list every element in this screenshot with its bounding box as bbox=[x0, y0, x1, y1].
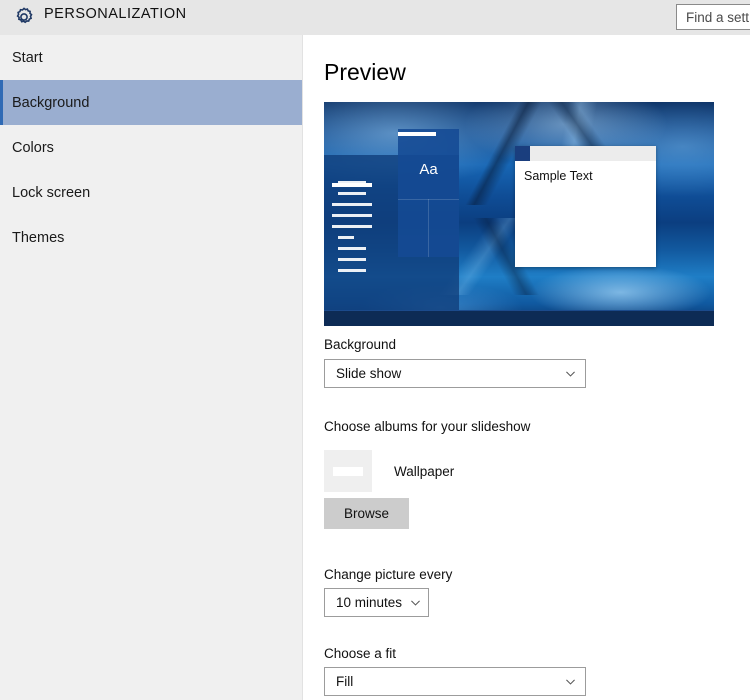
sidebar-item-lock-screen[interactable]: Lock screen bbox=[0, 170, 302, 215]
settings-window: PERSONALIZATION Find a sett Start Backgr… bbox=[0, 0, 750, 700]
album-thumbnail bbox=[324, 450, 372, 492]
page-title: Preview bbox=[324, 59, 406, 85]
sample-text: Sample Text bbox=[524, 169, 593, 183]
tile-sample-glyph: Aa bbox=[419, 161, 438, 178]
sidebar-item-start[interactable]: Start bbox=[0, 35, 302, 80]
tile-divider-vertical bbox=[428, 199, 429, 257]
preview-taskbar bbox=[324, 310, 714, 326]
interval-dropdown-value: 10 minutes bbox=[336, 595, 403, 610]
sidebar-item-label: Colors bbox=[12, 139, 54, 156]
sidebar-item-label: Start bbox=[12, 49, 43, 66]
sample-window-titlebar bbox=[515, 146, 656, 161]
chevron-down-icon bbox=[411, 600, 420, 606]
albums-label: Choose albums for your slideshow bbox=[324, 419, 531, 434]
chevron-down-icon bbox=[566, 679, 575, 685]
wallpaper-preview: Aa Sample Text bbox=[324, 102, 714, 326]
sidebar-item-themes[interactable]: Themes bbox=[0, 215, 302, 260]
sample-window-mock: Sample Text bbox=[515, 146, 656, 267]
fit-dropdown[interactable]: Fill bbox=[324, 667, 586, 696]
chevron-down-icon bbox=[566, 371, 575, 377]
start-menu-list bbox=[332, 181, 372, 280]
content-pane: Preview Aa Sample Text Background Slide … bbox=[303, 35, 750, 700]
background-dropdown[interactable]: Slide show bbox=[324, 359, 586, 388]
sample-window-accent bbox=[515, 146, 530, 161]
app-title: PERSONALIZATION bbox=[44, 6, 187, 22]
sidebar-item-label: Themes bbox=[12, 229, 65, 246]
search-input[interactable]: Find a sett bbox=[676, 4, 750, 30]
sidebar-item-background[interactable]: Background bbox=[0, 80, 302, 125]
sidebar-item-label: Background bbox=[12, 94, 90, 111]
album-item[interactable]: Wallpaper bbox=[324, 450, 454, 492]
browse-button[interactable]: Browse bbox=[324, 498, 409, 529]
sidebar-item-label: Lock screen bbox=[12, 184, 91, 201]
interval-dropdown[interactable]: 10 minutes bbox=[324, 588, 429, 617]
background-label: Background bbox=[324, 337, 397, 352]
album-name: Wallpaper bbox=[394, 463, 455, 479]
sample-window-body: Sample Text bbox=[515, 161, 656, 183]
gear-icon bbox=[10, 3, 38, 31]
fit-label: Choose a fit bbox=[324, 646, 397, 661]
sidebar: Start Background Colors Lock screen Them… bbox=[0, 35, 303, 700]
fit-dropdown-value: Fill bbox=[336, 674, 354, 689]
tile-header-bar bbox=[398, 132, 436, 136]
interval-label: Change picture every bbox=[324, 567, 453, 582]
search-placeholder: Find a sett bbox=[686, 9, 750, 25]
background-dropdown-value: Slide show bbox=[336, 366, 402, 381]
sidebar-item-colors[interactable]: Colors bbox=[0, 125, 302, 170]
title-bar: PERSONALIZATION Find a sett bbox=[0, 0, 750, 35]
